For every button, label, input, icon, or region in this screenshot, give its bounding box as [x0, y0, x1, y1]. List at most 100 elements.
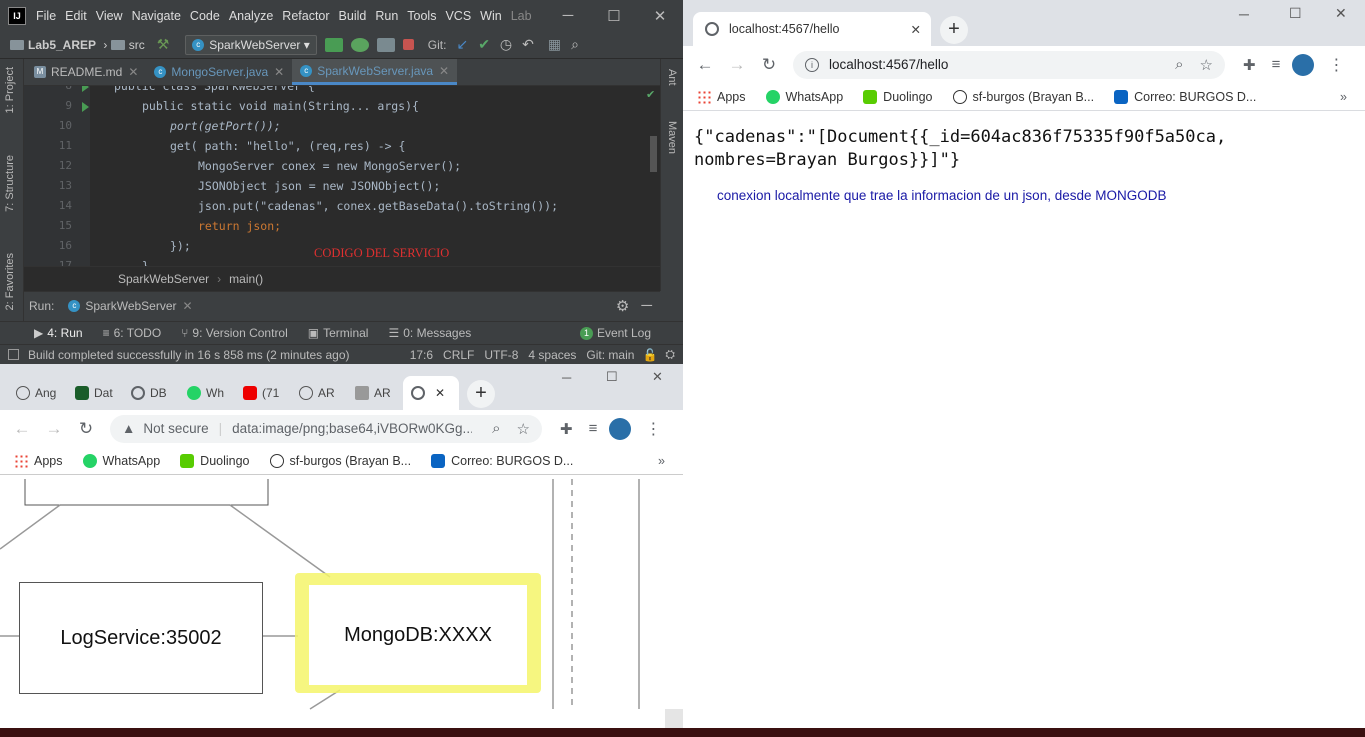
- close-tab-icon[interactable]: ✕: [435, 386, 445, 400]
- menu-window[interactable]: Win: [480, 9, 502, 23]
- hide-icon[interactable]: ─: [641, 297, 652, 314]
- toolwin-terminal[interactable]: ▣ Terminal: [308, 326, 369, 340]
- git-commit-icon[interactable]: ✔: [478, 36, 490, 53]
- line-separator[interactable]: CRLF: [443, 348, 474, 362]
- bookmark-whatsapp[interactable]: WhatsApp: [765, 89, 843, 104]
- more-bookmarks-icon[interactable]: »: [1340, 90, 1347, 104]
- menu-navigate[interactable]: Navigate: [132, 9, 181, 23]
- browser-tab[interactable]: DB: [131, 377, 167, 409]
- bookmark-apps[interactable]: Apps: [697, 89, 746, 104]
- tab-project[interactable]: 1: Project: [4, 67, 16, 113]
- back-icon[interactable]: ←: [6, 419, 38, 439]
- star-icon[interactable]: ☆: [1200, 56, 1213, 74]
- extensions-icon[interactable]: ✚: [1243, 56, 1256, 74]
- layout-icon[interactable]: [8, 349, 19, 360]
- browser-tab[interactable]: Ang: [16, 377, 56, 409]
- tab-maven[interactable]: Maven: [666, 121, 678, 154]
- menu-build[interactable]: Build: [339, 9, 367, 23]
- media-icon[interactable]: ≡: [1272, 56, 1281, 73]
- media-icon[interactable]: ≡: [589, 420, 598, 437]
- bookmark-outlook[interactable]: Correo: BURGOS D...: [1114, 89, 1256, 104]
- browser-tab[interactable]: Wh: [187, 377, 224, 409]
- bookmark-apps[interactable]: Apps: [14, 453, 63, 468]
- reload-icon[interactable]: ↻: [70, 419, 102, 439]
- zoom-icon[interactable]: ⌕: [492, 420, 500, 437]
- close-icon[interactable]: ✕: [637, 7, 683, 25]
- bookmark-duolingo[interactable]: Duolingo: [863, 89, 933, 104]
- bookmark-whatsapp[interactable]: WhatsApp: [82, 453, 160, 468]
- menu-file[interactable]: File: [36, 9, 56, 23]
- menu-refactor[interactable]: Refactor: [282, 9, 329, 23]
- inspector-icon[interactable]: ⛭: [665, 347, 675, 362]
- maximize-icon[interactable]: ☐: [606, 369, 618, 385]
- src-crumb[interactable]: › src: [100, 38, 144, 52]
- info-icon[interactable]: i: [805, 57, 819, 72]
- new-tab-button[interactable]: +: [940, 16, 968, 44]
- bookmark-duolingo[interactable]: Duolingo: [180, 453, 250, 468]
- run-config-select[interactable]: c SparkWebServer ▾: [185, 34, 317, 55]
- browser-tab[interactable]: AR: [355, 377, 391, 409]
- breadcrumb-class[interactable]: SparkWebServer: [118, 272, 209, 286]
- bookmark-github[interactable]: sf-burgos (Brayan B...: [269, 453, 411, 468]
- scrollbar-corner[interactable]: [665, 709, 683, 728]
- run-gutter-icon[interactable]: [82, 102, 89, 112]
- coverage-icon[interactable]: [376, 37, 395, 52]
- close-tab-icon[interactable]: ✕: [911, 22, 921, 37]
- bookmark-github[interactable]: sf-burgos (Brayan B...: [952, 89, 1094, 104]
- minimize-icon[interactable]: ─: [1239, 6, 1249, 22]
- menu-icon[interactable]: ⋮: [1328, 55, 1344, 75]
- new-tab-button[interactable]: +: [467, 380, 495, 408]
- address-bar[interactable]: ▲ Not secure | data:image/png;base64,iVB…: [110, 414, 542, 443]
- reload-icon[interactable]: ↻: [753, 55, 785, 75]
- back-icon[interactable]: ←: [689, 55, 721, 75]
- tab-sparkwebserver[interactable]: c SparkWebServer.java ✕: [292, 59, 458, 85]
- git-history-icon[interactable]: ◷: [500, 36, 512, 53]
- git-branch[interactable]: Git: main: [586, 348, 634, 362]
- close-tab-icon[interactable]: ✕: [274, 65, 284, 79]
- minimize-icon[interactable]: ─: [562, 370, 571, 385]
- avatar[interactable]: [609, 417, 632, 440]
- close-tab-icon[interactable]: ✕: [128, 65, 138, 79]
- tab-structure[interactable]: 7: Structure: [4, 155, 16, 212]
- menu-view[interactable]: View: [96, 9, 123, 23]
- hammer-icon[interactable]: ⚒: [157, 36, 170, 53]
- avatar[interactable]: [1292, 53, 1315, 76]
- menu-vcs[interactable]: VCS: [445, 9, 471, 23]
- close-window-icon[interactable]: ✕: [1335, 5, 1347, 22]
- caret-position[interactable]: 17:6: [410, 348, 433, 362]
- close-window-icon[interactable]: ✕: [652, 369, 663, 385]
- forward-icon[interactable]: →: [721, 55, 753, 75]
- search-icon[interactable]: ⌕: [571, 36, 579, 53]
- gear-icon[interactable]: ⚙: [616, 297, 629, 315]
- git-update-icon[interactable]: ↙: [456, 36, 468, 53]
- menu-run[interactable]: Run: [375, 9, 398, 23]
- indent-setting[interactable]: 4 spaces: [528, 348, 576, 362]
- tab-mongoserver[interactable]: c MongoServer.java ✕: [146, 59, 292, 85]
- forward-icon[interactable]: →: [38, 419, 70, 439]
- toolwin-messages[interactable]: ☰ 0: Messages: [388, 326, 471, 340]
- project-crumb[interactable]: Lab5_AREP: [10, 38, 96, 52]
- menu-icon[interactable]: ⋮: [645, 419, 661, 439]
- star-icon[interactable]: ☆: [517, 420, 530, 438]
- security-label[interactable]: Not secure: [143, 421, 208, 436]
- menu-analyze[interactable]: Analyze: [229, 9, 273, 23]
- menu-code[interactable]: Code: [190, 9, 220, 23]
- toolwin-todo[interactable]: ≡ 6: TODO: [103, 326, 162, 340]
- run-gutter-icon[interactable]: [82, 86, 89, 92]
- extensions-icon[interactable]: ✚: [560, 420, 573, 438]
- maximize-icon[interactable]: ☐: [591, 7, 637, 25]
- active-browser-tab[interactable]: ✕: [403, 376, 459, 410]
- project-structure-icon[interactable]: ▦: [548, 36, 561, 53]
- zoom-icon[interactable]: ⌕: [1175, 56, 1183, 73]
- file-encoding[interactable]: UTF-8: [484, 348, 518, 362]
- lock-icon[interactable]: 🔓: [642, 348, 657, 362]
- browser-tab[interactable]: (71: [243, 377, 279, 409]
- close-tab-icon[interactable]: ✕: [439, 64, 449, 78]
- browser-tab[interactable]: localhost:4567/hello ✕: [693, 12, 931, 46]
- tab-favorites[interactable]: 2: Favorites: [4, 253, 16, 310]
- maximize-icon[interactable]: ☐: [1289, 5, 1302, 22]
- tab-ant[interactable]: Ant: [666, 69, 678, 86]
- menu-edit[interactable]: Edit: [65, 9, 87, 23]
- run-tab[interactable]: c SparkWebServer ✕: [68, 299, 193, 313]
- bookmark-outlook[interactable]: Correo: BURGOS D...: [431, 453, 573, 468]
